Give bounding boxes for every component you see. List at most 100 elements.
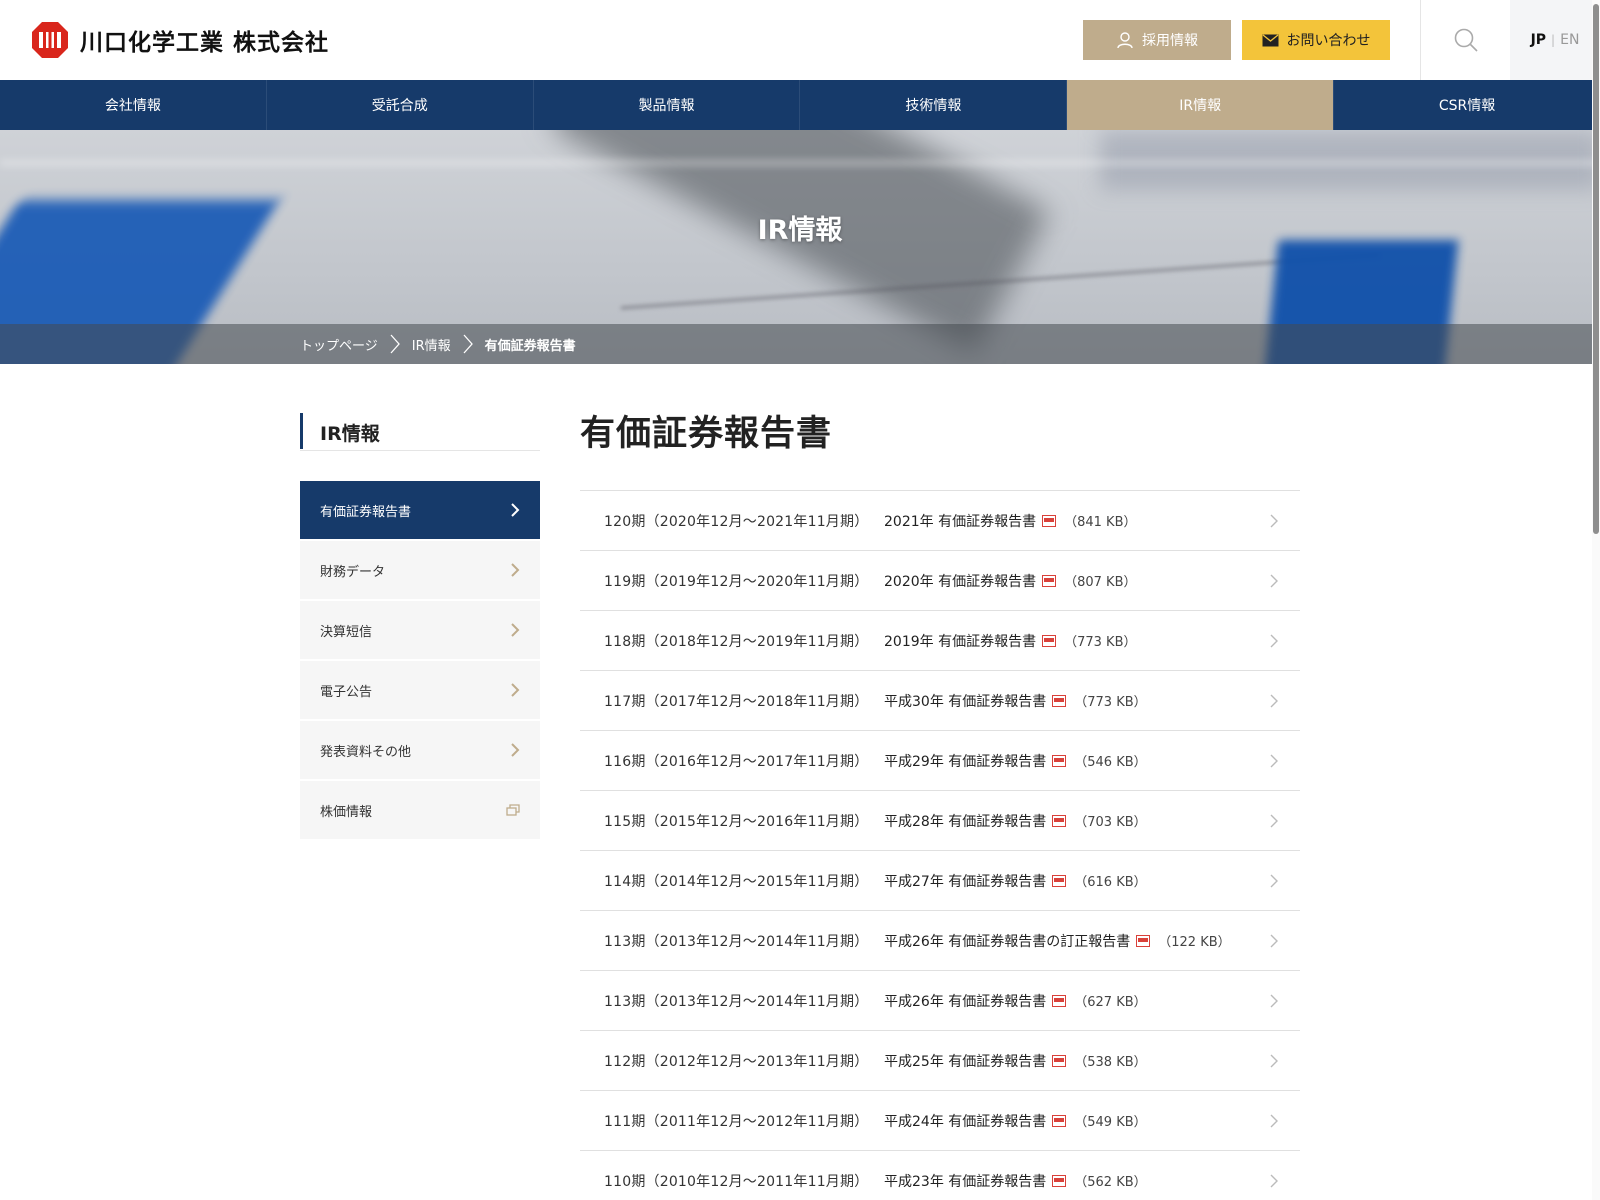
chevron-right-icon xyxy=(1270,574,1278,588)
company-name: 川口化学工業 株式会社 xyxy=(80,30,330,56)
report-title: 平成26年 有価証券報告書の訂正報告書 xyxy=(884,933,1131,950)
report-row[interactable]: 111期（2011年12月～2012年11月期） 平成24年 有価証券報告書 （… xyxy=(580,1091,1300,1151)
sidebar-item-presentations[interactable]: 発表資料その他 xyxy=(300,721,540,781)
report-row[interactable]: 115期（2015年12月～2016年11月期） 平成28年 有価証券報告書 （… xyxy=(580,791,1300,851)
nav-item-products[interactable]: 製品情報 xyxy=(534,80,801,130)
report-title: 平成30年 有価証券報告書 xyxy=(884,693,1047,710)
sidebar-item-earnings-summary[interactable]: 決算短信 xyxy=(300,601,540,661)
chevron-right-icon xyxy=(1270,514,1278,528)
report-period: 110期（2010年12月～2011年11月期） xyxy=(604,1173,869,1190)
logo-mark-icon xyxy=(32,22,68,58)
report-title: 2021年 有価証券報告書 xyxy=(884,513,1037,530)
pdf-icon xyxy=(1042,634,1057,647)
company-logo[interactable]: 川口化学工業 株式会社 xyxy=(30,20,329,60)
chevron-right-icon xyxy=(1270,994,1278,1008)
report-row[interactable]: 117期（2017年12月～2018年11月期） 平成30年 有価証券報告書 （… xyxy=(580,671,1300,731)
report-row[interactable]: 116期（2016年12月～2017年11月期） 平成29年 有価証券報告書 （… xyxy=(580,731,1300,791)
report-period: 114期（2014年12月～2015年11月期） xyxy=(604,873,869,890)
sidebar-item-financial-data[interactable]: 財務データ xyxy=(300,541,540,601)
chevron-right-icon xyxy=(511,563,520,577)
report-period: 115期（2015年12月～2016年11月期） xyxy=(604,813,869,830)
report-period: 112期（2012年12月～2013年11月期） xyxy=(604,1053,869,1070)
search-icon xyxy=(1454,28,1478,52)
chevron-right-icon xyxy=(1270,934,1278,948)
nav-item-technology[interactable]: 技術情報 xyxy=(800,80,1068,130)
search-button[interactable] xyxy=(1420,0,1510,80)
report-file-size: （773 KB） xyxy=(1064,635,1137,650)
site-header: 川口化学工業 株式会社 採用情報 お問い合わせ JP | EN xyxy=(0,0,1600,80)
report-row[interactable]: 113期（2013年12月～2014年11月期） 平成26年 有価証券報告書 （… xyxy=(580,971,1300,1031)
pdf-icon xyxy=(1042,574,1057,587)
chevron-right-icon xyxy=(1270,1174,1278,1188)
breadcrumb-section[interactable]: IR情報 xyxy=(412,335,451,354)
report-file-size: （122 KB） xyxy=(1158,935,1231,950)
pdf-icon xyxy=(1052,814,1067,827)
breadcrumb-current: 有価証券報告書 xyxy=(484,338,576,354)
hero-bg-line xyxy=(0,160,1600,166)
external-link-icon xyxy=(506,804,520,816)
breadcrumb-home[interactable]: トップページ xyxy=(300,335,378,354)
report-period: 119期（2019年12月～2020年11月期） xyxy=(604,573,869,590)
lang-jp-link[interactable]: JP xyxy=(1531,32,1546,48)
report-file-size: （841 KB） xyxy=(1064,515,1137,530)
scrollbar-thumb[interactable] xyxy=(1593,4,1599,534)
report-period: 118期（2018年12月～2019年11月期） xyxy=(604,633,869,650)
report-row[interactable]: 118期（2018年12月～2019年11月期） 2019年 有価証券報告書 （… xyxy=(580,611,1300,671)
contact-label: お問い合わせ xyxy=(1286,33,1371,49)
report-period: 113期（2013年12月～2014年11月期） xyxy=(604,933,869,950)
report-title: 平成23年 有価証券報告書 xyxy=(884,1173,1047,1190)
page-scrollbar[interactable] xyxy=(1592,0,1600,1200)
nav-item-company[interactable]: 会社情報 xyxy=(0,80,267,130)
report-list: 120期（2020年12月～2021年11月期） 2021年 有価証券報告書 （… xyxy=(580,490,1300,1200)
recruit-button[interactable]: 採用情報 xyxy=(1083,20,1231,60)
sidebar-item-securities-report[interactable]: 有価証券報告書 xyxy=(300,481,540,541)
pdf-icon xyxy=(1052,994,1067,1007)
report-row[interactable]: 114期（2014年12月～2015年11月期） 平成27年 有価証券報告書 （… xyxy=(580,851,1300,911)
chevron-right-icon xyxy=(511,623,520,637)
breadcrumb-chevron-icon xyxy=(463,334,473,354)
chevron-right-icon xyxy=(1270,634,1278,648)
person-icon xyxy=(1117,32,1133,49)
report-title: 平成29年 有価証券報告書 xyxy=(884,753,1047,770)
report-title: 平成28年 有価証券報告書 xyxy=(884,813,1047,830)
report-file-size: （616 KB） xyxy=(1074,875,1147,890)
nav-item-ir[interactable]: IR情報 xyxy=(1067,80,1335,130)
lang-en-link[interactable]: EN xyxy=(1560,32,1579,48)
report-file-size: （773 KB） xyxy=(1074,695,1147,710)
chevron-right-icon xyxy=(1270,1054,1278,1068)
nav-item-contract-synthesis[interactable]: 受託合成 xyxy=(267,80,534,130)
sidebar-item-label: 有価証券報告書 xyxy=(320,504,412,520)
chevron-right-icon xyxy=(1270,874,1278,888)
pdf-icon xyxy=(1136,934,1151,947)
report-row[interactable]: 113期（2013年12月～2014年11月期） 平成26年 有価証券報告書の訂… xyxy=(580,911,1300,971)
contact-button[interactable]: お問い合わせ xyxy=(1242,20,1390,60)
report-title: 2019年 有価証券報告書 xyxy=(884,633,1037,650)
report-row[interactable]: 119期（2019年12月～2020年11月期） 2020年 有価証券報告書 （… xyxy=(580,551,1300,611)
report-file-size: （549 KB） xyxy=(1074,1115,1147,1130)
pdf-icon xyxy=(1052,1174,1067,1187)
report-period: 113期（2013年12月～2014年11月期） xyxy=(604,993,869,1010)
report-file-size: （807 KB） xyxy=(1064,575,1137,590)
chevron-right-icon xyxy=(1270,754,1278,768)
sidebar-item-electronic-notice[interactable]: 電子公告 xyxy=(300,661,540,721)
pdf-icon xyxy=(1052,1114,1067,1127)
pdf-icon xyxy=(1052,694,1067,707)
chevron-right-icon xyxy=(1270,814,1278,828)
lang-separator: | xyxy=(1551,33,1556,47)
chevron-right-icon xyxy=(511,503,520,517)
pdf-icon xyxy=(1052,754,1067,767)
report-title: 平成27年 有価証券報告書 xyxy=(884,873,1047,890)
sidebar-title: IR情報 xyxy=(300,413,540,451)
report-file-size: （562 KB） xyxy=(1074,1175,1147,1190)
hero-banner: IR情報 トップページ IR情報 有価証券報告書 xyxy=(0,130,1600,364)
language-switcher: JP | EN xyxy=(1510,0,1600,80)
report-row[interactable]: 110期（2010年12月～2011年11月期） 平成23年 有価証券報告書 （… xyxy=(580,1151,1300,1200)
report-title: 平成26年 有価証券報告書 xyxy=(884,993,1047,1010)
sidebar-item-stock-info[interactable]: 株価情報 xyxy=(300,781,540,841)
recruit-label: 採用情報 xyxy=(1142,33,1198,49)
nav-item-csr[interactable]: CSR情報 xyxy=(1334,80,1600,130)
report-row[interactable]: 120期（2020年12月～2021年11月期） 2021年 有価証券報告書 （… xyxy=(580,491,1300,551)
mail-icon xyxy=(1262,33,1278,46)
report-row[interactable]: 112期（2012年12月～2013年11月期） 平成25年 有価証券報告書 （… xyxy=(580,1031,1300,1091)
global-nav: 会社情報 受託合成 製品情報 技術情報 IR情報 CSR情報 xyxy=(0,80,1600,130)
